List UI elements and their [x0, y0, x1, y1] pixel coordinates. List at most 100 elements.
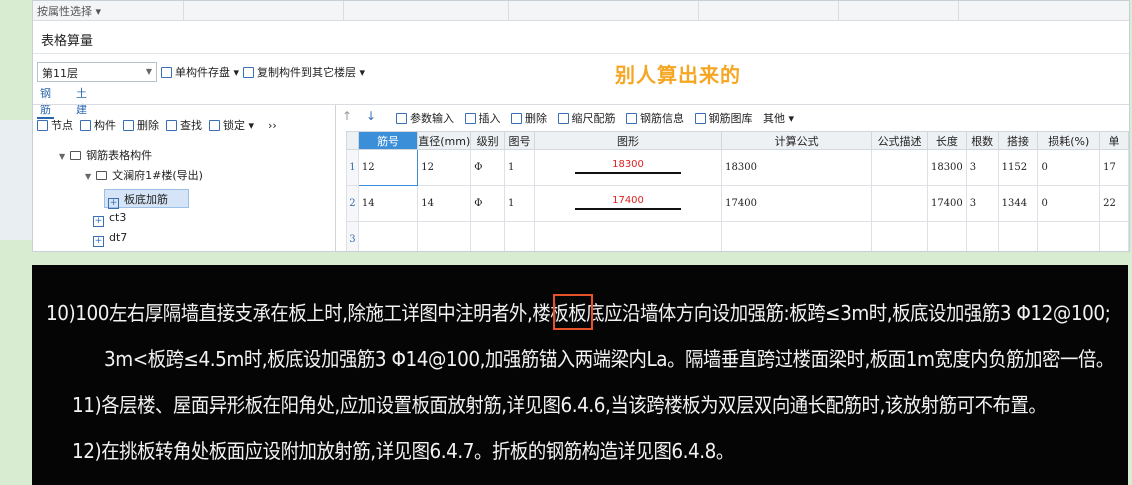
- cell-empty[interactable]: [357, 221, 419, 251]
- cell-empty[interactable]: [504, 221, 535, 251]
- left-edge-scrap: [0, 120, 32, 240]
- cell-jinhao[interactable]: 14: [357, 185, 419, 222]
- cell-count[interactable]: 3: [965, 185, 999, 222]
- header-cell[interactable]: 筋号: [357, 131, 419, 150]
- cell-empty[interactable]: [1099, 221, 1129, 251]
- header-cell[interactable]: 图号: [504, 131, 535, 150]
- expand-toolbar-button[interactable]: ››: [268, 119, 277, 132]
- cell-jinhao[interactable]: 12: [357, 149, 419, 186]
- cell-length[interactable]: 18300: [926, 149, 967, 186]
- trash-icon: [511, 113, 522, 124]
- cell-diameter[interactable]: 14: [417, 185, 472, 222]
- node-button[interactable]: 节点: [37, 119, 73, 132]
- row-number[interactable]: 1: [346, 149, 359, 186]
- header-cell[interactable]: 图形: [533, 131, 723, 150]
- arrow-up-icon[interactable]: ↑: [342, 109, 352, 123]
- cell-shape[interactable]: 17400: [533, 185, 723, 222]
- cell-empty[interactable]: [470, 221, 506, 251]
- row-number[interactable]: 3: [346, 221, 359, 251]
- copy-to-floor-button[interactable]: 复制构件到其它楼层 ▾: [243, 64, 365, 80]
- floor-select[interactable]: 第11层 ▼: [37, 62, 157, 82]
- find-icon: [166, 120, 177, 131]
- cell-formula[interactable]: 18300: [721, 149, 873, 186]
- header-cell[interactable]: 根数: [965, 131, 999, 150]
- cell-desc[interactable]: [871, 185, 928, 222]
- cell-empty[interactable]: [533, 221, 723, 251]
- tree-node-dt7[interactable]: + dt7: [93, 231, 127, 247]
- header-cell[interactable]: 长度: [926, 131, 967, 150]
- table-row[interactable]: 1 12 12 Φ 1 18300 18300 18300 3 1152 0 1…: [346, 149, 1129, 186]
- insert-button[interactable]: 插入: [464, 112, 501, 125]
- folder-icon: [70, 151, 82, 160]
- app-window: 按属性选择 ▾ 表格算量 第11层 ▼ 单构件存盘 ▾ 复制构件到其它楼层 ▾ …: [32, 0, 1130, 252]
- param-icon: [396, 113, 407, 124]
- cell-lap[interactable]: 1152: [997, 149, 1039, 186]
- header-cell[interactable]: 直径(mm): [417, 131, 472, 150]
- tree-root[interactable]: ▼ 钢筋表格构件: [59, 147, 152, 163]
- cell-shape[interactable]: 18300: [533, 149, 723, 186]
- strip-cell: [343, 1, 509, 20]
- table-row[interactable]: 2 14 14 Φ 1 17400 17400 17400 3 1344 0 2…: [346, 185, 1129, 222]
- floor-value: 第11层: [42, 67, 78, 80]
- delete-row-button[interactable]: 删除: [511, 112, 547, 125]
- arrow-down-icon[interactable]: ↓: [366, 109, 376, 123]
- top-strip: 按属性选择 ▾: [33, 1, 1129, 21]
- cell-empty[interactable]: [926, 221, 967, 251]
- delete-button[interactable]: 删除: [123, 119, 159, 132]
- note-line-10-cont: 3m<板跨≤4.5m时,板底设加强筋3 Φ14@100,加强筋锚入两端梁内La。…: [104, 347, 1114, 371]
- rebar-library-button[interactable]: 钢筋图库: [694, 112, 753, 125]
- cell-grade[interactable]: Φ: [470, 149, 506, 186]
- header-cell[interactable]: 单: [1099, 131, 1129, 150]
- header-cell[interactable]: 公式描述: [871, 131, 928, 150]
- highlight-box: [553, 294, 593, 330]
- cell-length[interactable]: 17400: [926, 185, 967, 222]
- insert-icon: [464, 113, 476, 124]
- param-input-button[interactable]: 参数输入: [396, 112, 454, 125]
- table-row[interactable]: 3: [346, 221, 1129, 251]
- cell-desc[interactable]: [871, 149, 928, 186]
- header-cell[interactable]: 级别: [470, 131, 506, 150]
- cell-count[interactable]: 3: [965, 149, 999, 186]
- header-cell[interactable]: 计算公式: [721, 131, 873, 150]
- cell-tuhao[interactable]: 1: [504, 185, 535, 222]
- other-menu[interactable]: 其他 ▾: [763, 112, 794, 125]
- save-component-button[interactable]: 单构件存盘 ▾: [161, 64, 239, 80]
- lock-button[interactable]: 锁定 ▾: [209, 119, 254, 132]
- header-cell[interactable]: 搭接: [997, 131, 1039, 150]
- panel-title: 表格算量: [41, 34, 94, 49]
- rebar-shape-line: [574, 208, 682, 210]
- cell-empty[interactable]: [965, 221, 999, 251]
- cell-unit[interactable]: 17: [1099, 149, 1129, 186]
- scale-rebar-button[interactable]: 缩尺配筋: [557, 112, 616, 125]
- drawing-notes-image: 10)100左右厚隔墙直接支承在板上时,除施工详图中注明者外,楼板板底应沿墙体方…: [32, 265, 1128, 485]
- find-button[interactable]: 查找: [166, 119, 202, 132]
- cell-formula[interactable]: 17400: [721, 185, 873, 222]
- rebar-info-button[interactable]: 钢筋信息: [626, 112, 684, 125]
- cell-tuhao[interactable]: 1: [504, 149, 535, 186]
- cell-diameter[interactable]: 12: [417, 149, 472, 186]
- cell-empty[interactable]: [721, 221, 873, 251]
- cell-unit[interactable]: 22: [1099, 185, 1129, 222]
- filter-cell[interactable]: 按属性选择 ▾: [33, 1, 184, 20]
- filter-label[interactable]: 按属性选择 ▾: [37, 3, 101, 19]
- cell-grade[interactable]: Φ: [470, 185, 506, 222]
- chevron-down-icon: ▼: [145, 67, 152, 76]
- strip-cell: [838, 1, 959, 20]
- cell-loss[interactable]: 0: [1037, 149, 1101, 186]
- cell-empty[interactable]: [1037, 221, 1101, 251]
- cell-empty[interactable]: [871, 221, 928, 251]
- cell-loss[interactable]: 0: [1037, 185, 1101, 222]
- component-icon: [80, 120, 91, 131]
- header-cell[interactable]: 损耗(%): [1037, 131, 1101, 150]
- tree-child[interactable]: ▼ 文澜府1#楼(导出): [85, 167, 203, 183]
- tree-node-selected[interactable]: + 板底加筋: [104, 189, 189, 209]
- trash-icon: [123, 120, 134, 131]
- cell-empty[interactable]: [417, 221, 472, 251]
- tree-node-ct3[interactable]: + ct3: [93, 211, 126, 227]
- cell-empty[interactable]: [997, 221, 1039, 251]
- table-header-row: 筋号 直径(mm) 级别 图号 图形 计算公式 公式描述 长度 根数 搭接 损耗…: [346, 131, 1129, 150]
- component-button[interactable]: 构件: [80, 119, 116, 132]
- row-number[interactable]: 2: [346, 185, 359, 222]
- cell-lap[interactable]: 1344: [997, 185, 1039, 222]
- rebar-shape-line: [574, 172, 682, 174]
